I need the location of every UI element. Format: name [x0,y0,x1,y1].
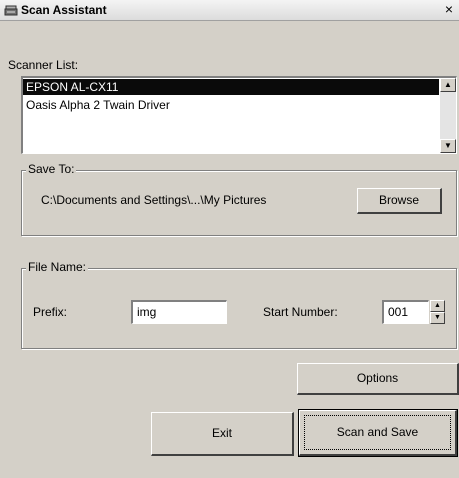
title-bar[interactable]: Scan Assistant × [0,0,459,21]
start-number-label: Start Number: [263,305,338,319]
scan-and-save-button[interactable]: Scan and Save [298,409,458,457]
options-button[interactable]: Options [297,363,459,395]
save-to-label: Save To: [26,162,77,176]
spin-down-arrow-icon[interactable]: ▼ [430,312,445,324]
scanner-list-scrollbar[interactable]: ▲ ▼ [440,78,456,153]
prefix-label: Prefix: [33,305,68,319]
scanner-list-item[interactable]: EPSON AL-CX11 [23,79,439,95]
save-path: C:\Documents and Settings\...\My Picture… [41,193,267,207]
close-button[interactable]: × [441,1,457,17]
spin-up-arrow-icon[interactable]: ▲ [430,300,445,312]
scanner-list-item[interactable]: Oasis Alpha 2 Twain Driver [23,97,439,113]
scanner-list[interactable]: EPSON AL-CX11 Oasis Alpha 2 Twain Driver… [21,76,457,154]
file-name-label: File Name: [26,260,89,274]
exit-button[interactable]: Exit [151,412,294,456]
browse-button[interactable]: Browse [357,188,442,214]
scroll-down-arrow-icon[interactable]: ▼ [440,139,456,153]
scanner-icon [4,5,18,16]
scan-and-save-label: Scan and Save [336,425,419,439]
scanner-list-label: Scanner List: [8,58,79,72]
start-number-stepper[interactable]: ▲ ▼ [430,300,445,324]
scroll-up-arrow-icon[interactable]: ▲ [440,78,456,92]
start-number-input[interactable]: 001 [382,300,429,324]
prefix-input[interactable]: img [131,300,227,324]
window-title: Scan Assistant [21,3,107,17]
